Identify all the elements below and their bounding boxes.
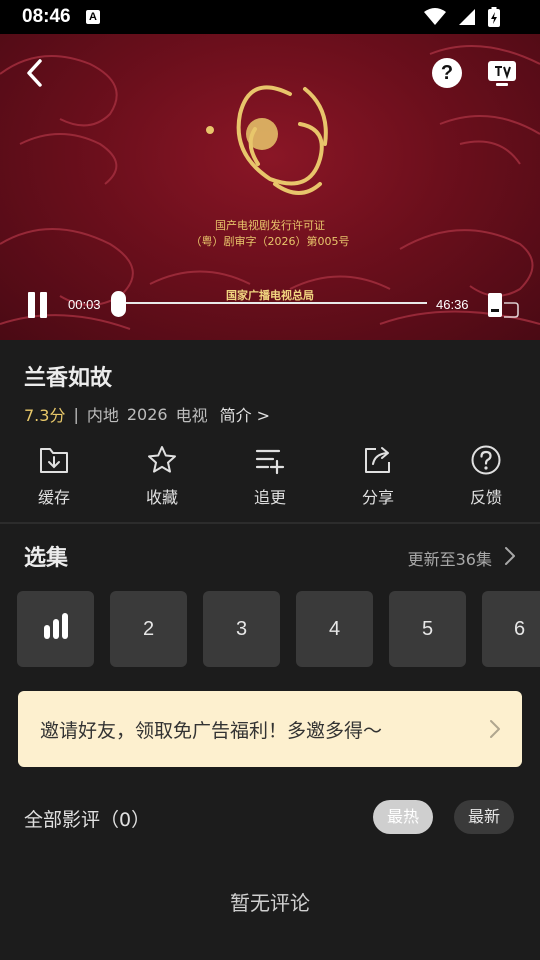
episode-button[interactable]: 3 (203, 591, 280, 667)
signal-icon (459, 9, 475, 25)
back-arrow-icon[interactable] (22, 56, 50, 90)
help-circle-icon (471, 445, 501, 475)
fullscreen-rotate-icon[interactable] (487, 292, 519, 318)
sort-new-tab[interactable]: 最新 (454, 800, 514, 834)
action-label: 反馈 (469, 488, 502, 507)
invite-text: 邀请好友，领取免广告福利！多邀多得～ (40, 720, 383, 742)
meta-separator: | (73, 404, 79, 424)
feedback-button[interactable]: 反馈 (446, 444, 526, 508)
total-time: 46:36 (436, 297, 469, 312)
playing-bar (43, 625, 50, 639)
sort-hot-tab[interactable]: 最热 (373, 800, 433, 834)
score: 7.3分 (24, 406, 66, 425)
video-player[interactable]: 国产电视剧发行许可证 （粤）剧审字（2026）第005号 国家广播电视总局 ? … (0, 34, 540, 340)
intro-link[interactable]: 简介 > (220, 402, 271, 426)
tv-cast-icon[interactable] (486, 58, 518, 88)
favorite-button[interactable]: 收藏 (122, 444, 202, 508)
share-button[interactable]: 分享 (338, 444, 418, 508)
share-icon (365, 447, 390, 473)
chevron-right-icon[interactable] (503, 545, 517, 567)
episode-button[interactable]: 6 (482, 591, 540, 667)
status-icons (424, 7, 500, 27)
accessibility-indicator-icon: A (86, 10, 100, 24)
section-divider (0, 522, 540, 524)
episode-button[interactable]: 2 (110, 591, 187, 667)
chevron-right-icon (490, 720, 500, 738)
action-label: 分享 (361, 488, 394, 507)
reviews-title: 全部影评（0） (24, 809, 151, 831)
playlist-add-icon (255, 449, 285, 475)
episode-button[interactable]: 4 (296, 591, 373, 667)
license-line-2: （粤）剧审字（2026）第005号 (190, 235, 350, 248)
playing-bar (52, 619, 59, 639)
battery-icon (488, 7, 500, 27)
show-title: 兰香如故 (24, 366, 113, 391)
category: 电视 (175, 406, 208, 425)
status-time: 08:46 (22, 6, 71, 27)
action-label: 缓存 (37, 488, 70, 507)
empty-reviews-text: 暂无评论 (230, 891, 310, 915)
wifi-icon (424, 8, 446, 25)
progress-track[interactable] (113, 302, 427, 304)
show-meta: 7.3分 | 内地 2026 电视 简介 > (24, 402, 270, 426)
action-label: 收藏 (145, 488, 178, 507)
current-time: 00:03 (68, 297, 101, 312)
invite-banner[interactable]: 邀请好友，领取免广告福利！多邀多得～ (18, 691, 522, 767)
playing-bar (61, 613, 68, 639)
progress-thumb[interactable] (111, 291, 126, 317)
help-button[interactable]: ? (432, 58, 462, 88)
cache-button[interactable]: 缓存 (14, 444, 94, 508)
episodes-update[interactable]: 更新至36集 (408, 546, 492, 570)
download-icon (40, 448, 68, 473)
episode-button-playing[interactable] (17, 591, 94, 667)
action-label: 追更 (253, 488, 286, 507)
episode-button[interactable]: 5 (389, 591, 466, 667)
follow-button[interactable]: 追更 (230, 444, 310, 508)
episodes-title: 选集 (24, 546, 69, 571)
region: 内地 (86, 406, 119, 425)
status-bar: 08:46 A (0, 0, 540, 34)
pause-button[interactable] (26, 292, 50, 318)
year: 2026 (126, 404, 168, 424)
license-line-1: 国产电视剧发行许可证 (215, 219, 325, 232)
star-icon (148, 446, 176, 473)
